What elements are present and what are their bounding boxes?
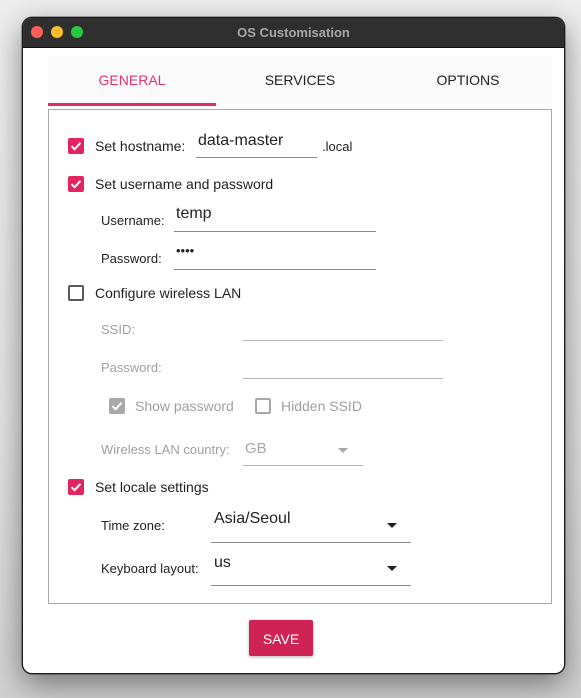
keyboard-layout-select[interactable]: us	[211, 554, 411, 586]
wlan-country-value: GB	[245, 440, 267, 457]
configure-wlan-label: Configure wireless LAN	[95, 285, 242, 301]
username-label: Username:	[101, 213, 165, 228]
checkmark-icon	[70, 483, 82, 492]
show-password-label: Show password	[135, 398, 234, 414]
timezone-select[interactable]: Asia/Seoul	[211, 510, 411, 543]
hostname-suffix: .local	[322, 139, 353, 154]
username-input[interactable]: temp	[174, 205, 376, 232]
checkmark-icon	[70, 180, 82, 189]
hidden-ssid-checkbox[interactable]	[255, 398, 271, 414]
checkmark-icon	[70, 142, 82, 151]
set-hostname-checkbox[interactable]	[68, 138, 84, 154]
keyboard-layout-value: us	[214, 554, 231, 571]
keyboard-layout-dropdown-arrow-icon[interactable]	[387, 566, 397, 571]
set-locale-label: Set locale settings	[95, 479, 209, 495]
general-settings-panel: Set hostname: data-master .local Set use…	[48, 109, 552, 604]
wlan-country-label: Wireless LAN country:	[101, 442, 230, 457]
password-label: Password:	[101, 251, 162, 266]
os-customisation-window: OS Customisation GENERAL SERVICES OPTION…	[22, 17, 565, 674]
wlan-password-label: Password:	[101, 360, 162, 375]
timezone-value: Asia/Seoul	[214, 510, 291, 527]
window-title: OS Customisation	[237, 25, 350, 40]
configure-wlan-checkbox[interactable]	[68, 285, 84, 301]
set-username-password-checkbox[interactable]	[68, 176, 84, 192]
ssid-label: SSID:	[101, 322, 135, 337]
wlan-country-dropdown-arrow-icon[interactable]	[338, 448, 348, 453]
timezone-dropdown-arrow-icon[interactable]	[387, 523, 397, 528]
tab-services[interactable]: SERVICES	[216, 56, 384, 104]
ssid-input[interactable]	[243, 315, 443, 341]
title-bar[interactable]: OS Customisation	[23, 18, 564, 48]
password-input[interactable]: ••••	[174, 243, 376, 270]
save-button[interactable]: SAVE	[249, 620, 313, 656]
timezone-label: Time zone:	[101, 518, 165, 533]
hidden-ssid-label: Hidden SSID	[281, 398, 362, 414]
tab-options[interactable]: OPTIONS	[384, 56, 552, 104]
set-username-password-label: Set username and password	[95, 176, 274, 192]
keyboard-layout-label: Keyboard layout:	[101, 561, 199, 576]
checkmark-icon	[111, 402, 123, 411]
hostname-input[interactable]: data-master	[196, 132, 317, 158]
set-locale-checkbox[interactable]	[68, 479, 84, 495]
wlan-password-input[interactable]	[243, 353, 443, 379]
tab-general[interactable]: GENERAL	[48, 56, 216, 106]
tab-bar: GENERAL SERVICES OPTIONS	[48, 56, 552, 106]
show-password-checkbox[interactable]	[109, 398, 125, 414]
set-hostname-label: Set hostname:	[95, 138, 186, 154]
